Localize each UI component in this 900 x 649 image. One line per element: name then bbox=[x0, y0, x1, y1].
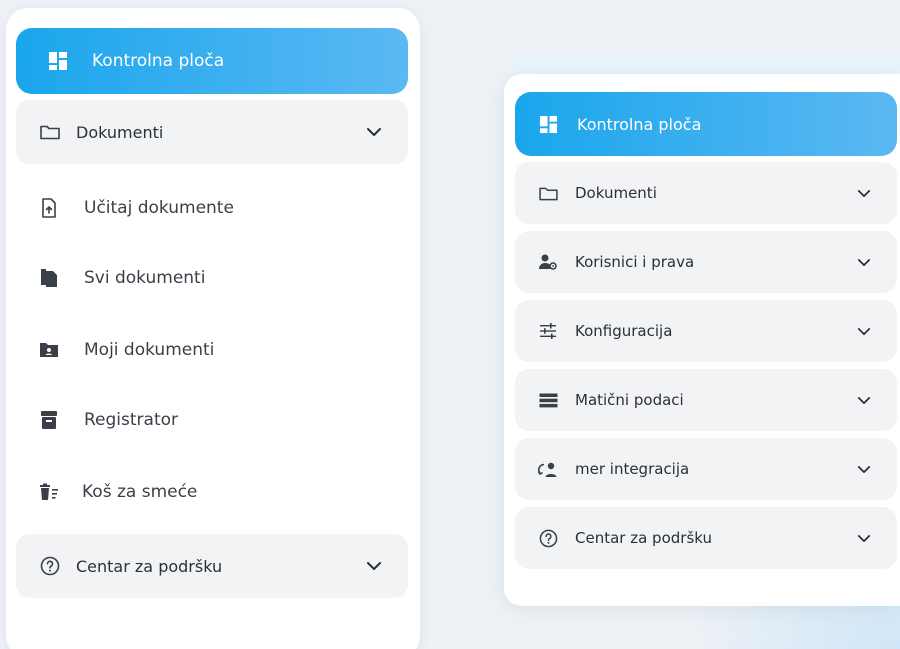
sidebar-subitem-label: Svi dokumenti bbox=[84, 268, 206, 288]
sidebar-group-integration[interactable]: mer integracija bbox=[515, 438, 897, 500]
sidebar-group-label: Konfiguracija bbox=[575, 322, 673, 340]
sidebar-group-label: Korisnici i prava bbox=[575, 253, 695, 271]
upload-file-icon bbox=[38, 198, 60, 218]
sidebar-group-label: Dokumenti bbox=[575, 184, 657, 202]
sidebar-subitem-trash[interactable]: Koš za smeće bbox=[38, 474, 197, 510]
archive-box-icon bbox=[38, 410, 60, 430]
folder-icon bbox=[38, 124, 62, 140]
sidebar-group-users-rights[interactable]: Korisnici i prava bbox=[515, 231, 897, 293]
sidebar-item-label: Kontrolna ploča bbox=[92, 51, 225, 71]
chevron-down-icon[interactable] bbox=[857, 396, 871, 405]
sidebar-panel-expanded: Kontrolna ploča Dokumenti Učitaj dokumen… bbox=[6, 8, 420, 649]
sync-user-icon bbox=[537, 461, 559, 478]
dashboard-icon bbox=[537, 115, 559, 134]
chevron-down-icon[interactable] bbox=[857, 534, 871, 543]
help-circle-icon bbox=[38, 556, 62, 576]
list-icon bbox=[537, 393, 559, 408]
sidebar-group-support[interactable]: Centar za podršku bbox=[515, 507, 897, 569]
folder-icon bbox=[537, 186, 559, 201]
sidebar-group-master-data[interactable]: Matični podaci bbox=[515, 369, 897, 431]
sidebar-item-label: Kontrolna ploča bbox=[577, 114, 702, 134]
chevron-down-icon[interactable] bbox=[857, 258, 871, 267]
chevron-down-icon[interactable] bbox=[366, 127, 382, 137]
sliders-icon bbox=[537, 323, 559, 339]
chevron-down-icon[interactable] bbox=[857, 189, 871, 198]
sidebar-group-label: mer integracija bbox=[575, 460, 690, 478]
sidebar-subitem-my-documents[interactable]: Moji dokumenti bbox=[38, 332, 214, 368]
help-circle-icon bbox=[537, 529, 559, 548]
sidebar-group-configuration[interactable]: Konfiguracija bbox=[515, 300, 897, 362]
sidebar-subitem-label: Koš za smeće bbox=[82, 482, 198, 502]
chevron-down-icon[interactable] bbox=[857, 327, 871, 336]
sidebar-group-label: Dokumenti bbox=[76, 122, 164, 142]
sidebar-subitem-label: Registrator bbox=[84, 410, 179, 430]
sidebar-group-label: Matični podaci bbox=[575, 391, 684, 409]
sidebar-group-documents[interactable]: Dokumenti bbox=[16, 100, 408, 164]
sidebar-group-documents[interactable]: Dokumenti bbox=[515, 162, 897, 224]
sidebar-subitem-upload[interactable]: Učitaj dokumente bbox=[38, 190, 234, 226]
sidebar-panel-collapsed: Kontrolna ploča Dokumenti Korisnici i pr… bbox=[504, 74, 900, 606]
sidebar-subitem-all-documents[interactable]: Svi dokumenti bbox=[38, 260, 205, 296]
sidebar-item-dashboard[interactable]: Kontrolna ploča bbox=[515, 92, 897, 156]
sidebar-group-support[interactable]: Centar za podršku bbox=[16, 534, 408, 598]
chevron-down-icon[interactable] bbox=[857, 465, 871, 474]
sidebar-group-label: Centar za podršku bbox=[76, 556, 223, 576]
delete-sweep-icon bbox=[38, 483, 60, 501]
folder-user-icon bbox=[38, 342, 60, 358]
sidebar-subitem-registrator[interactable]: Registrator bbox=[38, 402, 178, 438]
chevron-down-icon[interactable] bbox=[366, 561, 382, 571]
user-settings-icon bbox=[537, 253, 559, 271]
sidebar-group-label: Centar za podršku bbox=[575, 529, 712, 547]
sidebar-subitem-label: Moji dokumenti bbox=[84, 340, 215, 360]
file-copy-icon bbox=[38, 268, 60, 288]
sidebar-subitem-label: Učitaj dokumente bbox=[84, 198, 234, 218]
dashboard-icon bbox=[46, 51, 70, 71]
sidebar-item-dashboard[interactable]: Kontrolna ploča bbox=[16, 28, 408, 94]
